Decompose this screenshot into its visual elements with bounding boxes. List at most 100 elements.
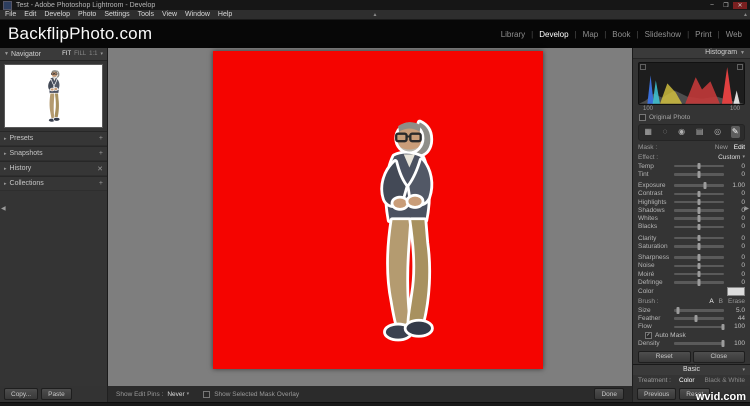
module-web[interactable]: Web [726, 30, 742, 39]
highlight-clipping-indicator[interactable] [737, 63, 743, 70]
effect-select[interactable]: Custom ▾ [718, 154, 745, 161]
menu-help[interactable]: Help [218, 11, 232, 18]
density-slider[interactable] [674, 340, 724, 347]
color-label: Color [638, 287, 654, 295]
close-panel-button[interactable]: Close [692, 350, 745, 363]
filmstrip-edge[interactable] [0, 402, 750, 406]
panel-snapshots-label: Snapshots [9, 150, 43, 157]
adjustment-brush-icon[interactable]: ✎ [730, 126, 740, 139]
menu-tools[interactable]: Tools [138, 11, 154, 18]
done-button[interactable]: Done [594, 388, 624, 400]
lightroom-window: Test - Adobe Photoshop Lightroom - Devel… [0, 0, 750, 406]
mask-overlay-checkbox[interactable] [203, 390, 211, 398]
module-map[interactable]: Map [583, 30, 599, 39]
identity-plate[interactable]: BackflipPhoto.com [8, 24, 152, 44]
sharpness-slider[interactable] [674, 254, 724, 261]
treatment-color-option[interactable]: Color [679, 377, 695, 384]
add-collection-button[interactable]: + [99, 180, 103, 187]
moire-slider[interactable] [674, 270, 724, 278]
panel-history[interactable]: ▸ History ✕ [0, 161, 107, 176]
zoom-dropdown-icon[interactable]: ▾ [100, 51, 103, 57]
slider-row: Saturation 0 [633, 242, 750, 250]
module-book[interactable]: Book [612, 30, 630, 39]
right-panel-collapse-arrow[interactable]: ▶ [744, 205, 749, 212]
defringe-slider[interactable] [674, 279, 724, 286]
auto-mask-row: ✓ Auto Mask [633, 331, 750, 339]
add-snapshot-button[interactable]: + [99, 150, 103, 157]
minimize-button[interactable]: – [705, 2, 719, 9]
contrast-slider[interactable] [674, 190, 724, 198]
module-develop[interactable]: Develop [539, 30, 568, 39]
right-panel-collapse-arrow[interactable]: ▲ [743, 12, 748, 18]
saturation-slider[interactable] [674, 243, 724, 250]
brush-label: Brush : [638, 298, 659, 306]
original-photo-checkbox[interactable] [639, 114, 646, 122]
feather-slider[interactable] [674, 315, 724, 322]
menu-develop[interactable]: Develop [44, 11, 70, 18]
edit-pins-select[interactable]: Never ▾ [167, 391, 189, 398]
left-panel-collapse-arrow[interactable]: ◀ [1, 205, 6, 212]
menu-settings[interactable]: Settings [104, 11, 129, 18]
reset-button[interactable]: Reset [638, 350, 691, 363]
radial-filter-icon[interactable]: ◎ [713, 126, 722, 138]
navigator-preview[interactable] [4, 64, 103, 128]
whites-slider[interactable] [674, 215, 724, 222]
brush-a-button[interactable]: A [709, 298, 713, 305]
close-button[interactable]: ✕ [733, 1, 747, 9]
flow-slider[interactable] [674, 323, 724, 331]
menu-view[interactable]: View [162, 11, 177, 18]
previous-button[interactable]: Previous [637, 388, 677, 400]
clarity-slider[interactable] [674, 234, 724, 242]
video-watermark: wvid.com [695, 391, 746, 403]
tint-slider[interactable] [674, 171, 724, 178]
photo-canvas[interactable] [213, 51, 543, 369]
shadow-clipping-indicator[interactable] [640, 63, 646, 70]
slider-row: Highlights 0 [633, 198, 750, 206]
add-preset-button[interactable]: + [99, 135, 103, 142]
zoom-fill-option[interactable]: FILL [74, 51, 86, 57]
slider-row: Contrast 0 [633, 190, 750, 198]
shadows-slider[interactable] [674, 207, 724, 214]
basic-title: Basic [682, 366, 701, 374]
auto-mask-checkbox[interactable]: ✓ [645, 331, 652, 339]
size-slider[interactable] [674, 307, 724, 314]
exposure-slider[interactable] [674, 182, 724, 189]
brush-b-button[interactable]: B [719, 298, 723, 305]
basic-panel-header[interactable]: Basic ▾ [633, 363, 750, 376]
blacks-slider[interactable] [674, 223, 724, 231]
module-library[interactable]: Library [501, 30, 525, 39]
mask-new-button[interactable]: New [715, 144, 728, 151]
color-swatch[interactable] [727, 286, 745, 296]
maximize-button[interactable]: ❐ [719, 2, 733, 9]
menu-edit[interactable]: Edit [24, 11, 36, 18]
panel-snapshots[interactable]: ▸ Snapshots + [0, 146, 107, 161]
noise-slider[interactable] [674, 262, 724, 270]
menu-window[interactable]: Window [185, 11, 210, 18]
crop-icon[interactable]: ▦ [643, 126, 653, 138]
module-separator: | [717, 29, 720, 39]
zoom-1to1-option[interactable]: 1:1 [89, 51, 97, 57]
panel-collections[interactable]: ▸ Collections + [0, 176, 107, 191]
brush-erase-button[interactable]: Erase [728, 298, 745, 305]
effect-label: Effect : [638, 153, 659, 161]
copy-button[interactable]: Copy... [4, 388, 39, 400]
spot-removal-icon[interactable]: ◌ [662, 126, 669, 138]
module-print[interactable]: Print [695, 30, 711, 39]
menu-file[interactable]: File [5, 11, 16, 18]
temp-slider[interactable] [674, 162, 724, 170]
clear-history-button[interactable]: ✕ [97, 165, 103, 173]
mask-edit-button[interactable]: Edit [734, 144, 745, 151]
graduated-filter-icon[interactable]: ▤ [695, 126, 705, 138]
paste-button[interactable]: Paste [41, 388, 72, 400]
panel-presets[interactable]: ▸ Presets + [0, 131, 107, 146]
histogram[interactable] [638, 61, 745, 105]
top-panel-collapse-arrow[interactable]: ▲ [373, 12, 378, 18]
histogram-header[interactable]: Histogram ▼ [633, 48, 750, 59]
zoom-fit-option[interactable]: FIT [62, 51, 71, 57]
navigator-header[interactable]: ▼ Navigator FIT FILL 1:1 ▾ [0, 48, 107, 61]
red-eye-icon[interactable]: ◉ [677, 126, 686, 138]
treatment-bw-option[interactable]: Black & White [705, 377, 745, 384]
module-slideshow[interactable]: Slideshow [645, 30, 681, 39]
menu-photo[interactable]: Photo [78, 11, 96, 18]
highlights-slider[interactable] [674, 198, 724, 206]
